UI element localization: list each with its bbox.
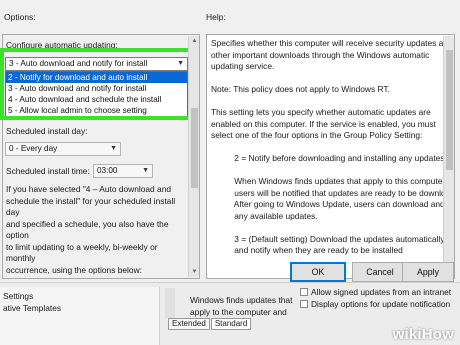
scheduled-day-label: Scheduled install day: <box>6 126 88 136</box>
scrollbar-thumb[interactable] <box>446 50 453 170</box>
help-header: Help: <box>206 12 226 22</box>
policy-icon <box>300 288 308 296</box>
settings-list: Allow signed updates from an intranet Di… <box>300 286 451 310</box>
tab-extended[interactable]: Extended <box>168 318 210 330</box>
scroll-up-icon[interactable]: ▲ <box>189 36 200 46</box>
help-text: Specifies whether this computer will rec… <box>211 38 455 255</box>
chevron-down-icon: ▼ <box>110 145 117 152</box>
watermark-logo: wikiHow <box>392 326 454 343</box>
scroll-down-icon[interactable]: ▼ <box>189 267 200 277</box>
apply-button[interactable]: Apply <box>402 262 454 282</box>
scheduled-day-value: 0 - Every day <box>9 144 58 153</box>
options-scrollbar[interactable]: ▲ ▼ <box>188 36 199 277</box>
setting-description: Windows finds updates that apply to the … <box>190 295 293 317</box>
scrollbar-thumb[interactable] <box>191 108 198 188</box>
scheduled-time-combo[interactable]: 03:00 ▼ <box>93 164 153 178</box>
setting-item[interactable]: Allow signed updates from an intranet <box>300 286 451 298</box>
view-tabs: Extended Standard <box>168 318 252 330</box>
tree-item-admin-templates[interactable]: ative Templates <box>0 302 159 314</box>
options-header: Options: <box>4 12 36 22</box>
cancel-button[interactable]: Cancel <box>352 262 408 282</box>
policy-icon <box>300 300 308 308</box>
scheduled-time-label: Scheduled install time: <box>6 166 90 176</box>
help-panel: Specifies whether this computer will rec… <box>206 34 455 279</box>
help-scrollbar[interactable] <box>443 36 454 277</box>
schedule-note: If you have selected "4 – Auto download … <box>6 184 176 275</box>
setting-item[interactable]: Display options for update notification <box>300 298 451 310</box>
ok-button[interactable]: OK <box>290 262 346 282</box>
policy-tree: Settings ative Templates <box>0 287 160 345</box>
tree-scrollbar[interactable] <box>165 288 175 318</box>
scheduled-time-value: 03:00 <box>97 166 118 175</box>
highlight-frame <box>0 48 192 120</box>
chevron-down-icon: ▼ <box>142 167 149 174</box>
scheduled-day-combo[interactable]: 0 - Every day ▼ <box>5 142 121 156</box>
tree-item-settings[interactable]: Settings <box>0 287 159 302</box>
tab-standard[interactable]: Standard <box>210 318 252 330</box>
